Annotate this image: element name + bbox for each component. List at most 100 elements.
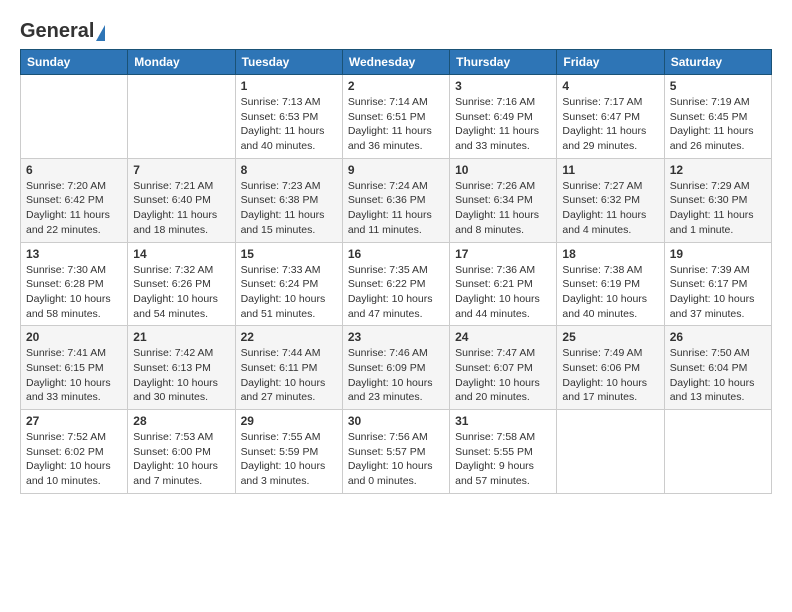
day-info: Sunrise: 7:17 AM Sunset: 6:47 PM Dayligh… [562, 95, 658, 154]
calendar-cell: 3 Sunrise: 7:16 AM Sunset: 6:49 PM Daylig… [450, 75, 557, 159]
day-number: 8 [241, 163, 337, 177]
day-number: 12 [670, 163, 766, 177]
day-number: 26 [670, 330, 766, 344]
calendar-cell [21, 75, 128, 159]
day-info: Sunrise: 7:32 AM Sunset: 6:26 PM Dayligh… [133, 263, 229, 322]
day-info: Sunrise: 7:14 AM Sunset: 6:51 PM Dayligh… [348, 95, 444, 154]
calendar-cell: 20 Sunrise: 7:41 AM Sunset: 6:15 PM Dayli… [21, 326, 128, 410]
calendar-cell: 11 Sunrise: 7:27 AM Sunset: 6:32 PM Dayli… [557, 158, 664, 242]
logo-general-text: General [20, 20, 94, 43]
day-info: Sunrise: 7:23 AM Sunset: 6:38 PM Dayligh… [241, 179, 337, 238]
calendar-cell [128, 75, 235, 159]
day-info: Sunrise: 7:58 AM Sunset: 5:55 PM Dayligh… [455, 430, 551, 489]
day-info: Sunrise: 7:52 AM Sunset: 6:02 PM Dayligh… [26, 430, 122, 489]
day-info: Sunrise: 7:39 AM Sunset: 6:17 PM Dayligh… [670, 263, 766, 322]
day-info: Sunrise: 7:20 AM Sunset: 6:42 PM Dayligh… [26, 179, 122, 238]
weekday-header-friday: Friday [557, 50, 664, 75]
calendar-cell [664, 410, 771, 494]
day-number: 6 [26, 163, 122, 177]
calendar-cell: 15 Sunrise: 7:33 AM Sunset: 6:24 PM Dayli… [235, 242, 342, 326]
calendar-cell: 27Sunrise: 7:52 AM Sunset: 6:02 PM Dayli… [21, 410, 128, 494]
day-info: Sunrise: 7:38 AM Sunset: 6:19 PM Dayligh… [562, 263, 658, 322]
day-number: 30 [348, 414, 444, 428]
calendar-cell: 26Sunrise: 7:50 AM Sunset: 6:04 PM Dayli… [664, 326, 771, 410]
day-number: 14 [133, 247, 229, 261]
day-number: 28 [133, 414, 229, 428]
day-info: Sunrise: 7:42 AM Sunset: 6:13 PM Dayligh… [133, 346, 229, 405]
day-info: Sunrise: 7:26 AM Sunset: 6:34 PM Dayligh… [455, 179, 551, 238]
day-info: Sunrise: 7:35 AM Sunset: 6:22 PM Dayligh… [348, 263, 444, 322]
day-info: Sunrise: 7:13 AM Sunset: 6:53 PM Dayligh… [241, 95, 337, 154]
day-number: 15 [241, 247, 337, 261]
calendar-cell: 18Sunrise: 7:38 AM Sunset: 6:19 PM Dayli… [557, 242, 664, 326]
day-info: Sunrise: 7:46 AM Sunset: 6:09 PM Dayligh… [348, 346, 444, 405]
day-number: 29 [241, 414, 337, 428]
calendar-cell: 1 Sunrise: 7:13 AM Sunset: 6:53 PM Daylig… [235, 75, 342, 159]
day-info: Sunrise: 7:21 AM Sunset: 6:40 PM Dayligh… [133, 179, 229, 238]
weekday-header-thursday: Thursday [450, 50, 557, 75]
day-number: 25 [562, 330, 658, 344]
day-number: 16 [348, 247, 444, 261]
calendar-week-row: 1 Sunrise: 7:13 AM Sunset: 6:53 PM Daylig… [21, 75, 772, 159]
day-info: Sunrise: 7:29 AM Sunset: 6:30 PM Dayligh… [670, 179, 766, 238]
day-info: Sunrise: 7:19 AM Sunset: 6:45 PM Dayligh… [670, 95, 766, 154]
day-info: Sunrise: 7:47 AM Sunset: 6:07 PM Dayligh… [455, 346, 551, 405]
day-number: 22 [241, 330, 337, 344]
calendar-cell: 21 Sunrise: 7:42 AM Sunset: 6:13 PM Dayli… [128, 326, 235, 410]
calendar-cell: 13 Sunrise: 7:30 AM Sunset: 6:28 PM Dayli… [21, 242, 128, 326]
calendar-cell: 12 Sunrise: 7:29 AM Sunset: 6:30 PM Dayli… [664, 158, 771, 242]
calendar-cell: 24 Sunrise: 7:47 AM Sunset: 6:07 PM Dayli… [450, 326, 557, 410]
day-number: 7 [133, 163, 229, 177]
day-info: Sunrise: 7:56 AM Sunset: 5:57 PM Dayligh… [348, 430, 444, 489]
day-number: 11 [562, 163, 658, 177]
weekday-header-wednesday: Wednesday [342, 50, 449, 75]
calendar-cell [557, 410, 664, 494]
calendar-week-row: 6 Sunrise: 7:20 AM Sunset: 6:42 PM Daylig… [21, 158, 772, 242]
calendar-cell: 6 Sunrise: 7:20 AM Sunset: 6:42 PM Daylig… [21, 158, 128, 242]
day-number: 3 [455, 79, 551, 93]
weekday-header-row: SundayMondayTuesdayWednesdayThursdayFrid… [21, 50, 772, 75]
calendar-cell: 14 Sunrise: 7:32 AM Sunset: 6:26 PM Dayli… [128, 242, 235, 326]
day-number: 24 [455, 330, 551, 344]
calendar-cell: 16 Sunrise: 7:35 AM Sunset: 6:22 PM Dayli… [342, 242, 449, 326]
calendar-cell: 10 Sunrise: 7:26 AM Sunset: 6:34 PM Dayli… [450, 158, 557, 242]
day-number: 20 [26, 330, 122, 344]
calendar-week-row: 20 Sunrise: 7:41 AM Sunset: 6:15 PM Dayli… [21, 326, 772, 410]
calendar-cell: 19Sunrise: 7:39 AM Sunset: 6:17 PM Dayli… [664, 242, 771, 326]
calendar-cell: 4 Sunrise: 7:17 AM Sunset: 6:47 PM Daylig… [557, 75, 664, 159]
calendar-cell: 29Sunrise: 7:55 AM Sunset: 5:59 PM Dayli… [235, 410, 342, 494]
day-number: 21 [133, 330, 229, 344]
day-number: 2 [348, 79, 444, 93]
day-info: Sunrise: 7:53 AM Sunset: 6:00 PM Dayligh… [133, 430, 229, 489]
calendar-week-row: 13 Sunrise: 7:30 AM Sunset: 6:28 PM Dayli… [21, 242, 772, 326]
calendar-cell: 5 Sunrise: 7:19 AM Sunset: 6:45 PM Daylig… [664, 75, 771, 159]
calendar-cell: 2 Sunrise: 7:14 AM Sunset: 6:51 PM Daylig… [342, 75, 449, 159]
day-info: Sunrise: 7:24 AM Sunset: 6:36 PM Dayligh… [348, 179, 444, 238]
day-number: 9 [348, 163, 444, 177]
day-info: Sunrise: 7:44 AM Sunset: 6:11 PM Dayligh… [241, 346, 337, 405]
day-info: Sunrise: 7:16 AM Sunset: 6:49 PM Dayligh… [455, 95, 551, 154]
calendar-cell: 22 Sunrise: 7:44 AM Sunset: 6:11 PM Dayli… [235, 326, 342, 410]
day-number: 31 [455, 414, 551, 428]
day-number: 13 [26, 247, 122, 261]
calendar-table: SundayMondayTuesdayWednesdayThursdayFrid… [20, 49, 772, 494]
calendar-cell: 30 Sunrise: 7:56 AM Sunset: 5:57 PM Dayli… [342, 410, 449, 494]
calendar-cell: 9 Sunrise: 7:24 AM Sunset: 6:36 PM Daylig… [342, 158, 449, 242]
weekday-header-saturday: Saturday [664, 50, 771, 75]
weekday-header-tuesday: Tuesday [235, 50, 342, 75]
page-header: General [20, 20, 772, 39]
day-number: 1 [241, 79, 337, 93]
weekday-header-sunday: Sunday [21, 50, 128, 75]
day-number: 23 [348, 330, 444, 344]
day-number: 10 [455, 163, 551, 177]
calendar-cell: 7 Sunrise: 7:21 AM Sunset: 6:40 PM Daylig… [128, 158, 235, 242]
day-number: 5 [670, 79, 766, 93]
logo-triangle-icon [96, 25, 105, 41]
calendar-cell: 23 Sunrise: 7:46 AM Sunset: 6:09 PM Dayli… [342, 326, 449, 410]
day-info: Sunrise: 7:49 AM Sunset: 6:06 PM Dayligh… [562, 346, 658, 405]
day-info: Sunrise: 7:41 AM Sunset: 6:15 PM Dayligh… [26, 346, 122, 405]
day-info: Sunrise: 7:30 AM Sunset: 6:28 PM Dayligh… [26, 263, 122, 322]
day-number: 4 [562, 79, 658, 93]
day-info: Sunrise: 7:33 AM Sunset: 6:24 PM Dayligh… [241, 263, 337, 322]
day-info: Sunrise: 7:27 AM Sunset: 6:32 PM Dayligh… [562, 179, 658, 238]
